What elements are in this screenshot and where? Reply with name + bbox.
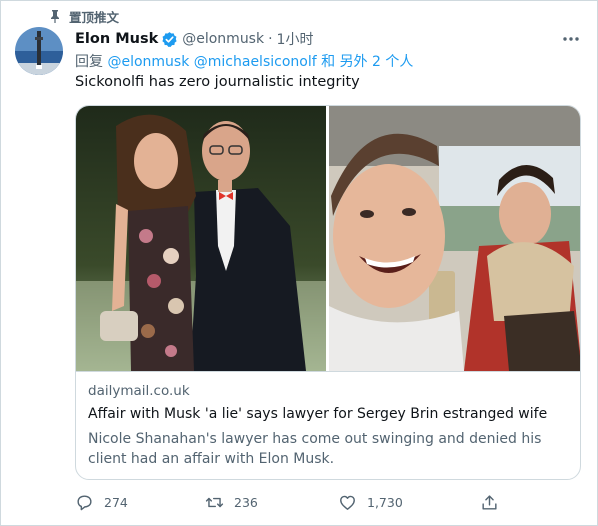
reply-prefix: 回复	[75, 54, 103, 70]
tweet-actions: 274 236 1,730	[75, 491, 505, 513]
reply-handle-elonmusk[interactable]: @elonmusk	[107, 54, 189, 70]
reply-button[interactable]: 274	[75, 491, 128, 513]
author-handle[interactable]: @elonmusk	[182, 31, 264, 47]
pinned-label: 置顶推文	[69, 9, 120, 25]
like-button[interactable]: 1,730	[338, 491, 403, 513]
tweet-timestamp[interactable]: 1小时	[277, 29, 314, 49]
reply-conjunction: 和	[321, 54, 336, 70]
header-separator: ·	[268, 31, 273, 47]
card-image-couple	[76, 106, 326, 371]
replying-to: 回复 @elonmusk @michaelsiconolf 和 另外 2 个人	[75, 51, 413, 71]
card-domain: dailymail.co.uk	[88, 383, 190, 399]
link-card[interactable]: dailymail.co.uk Affair with Musk 'a lie'…	[75, 105, 581, 480]
avatar-image	[15, 27, 63, 75]
verified-badge-icon	[162, 31, 177, 47]
reply-others-link[interactable]: 另外 2 个人	[340, 54, 414, 70]
retweet-icon	[205, 497, 224, 507]
retweet-button[interactable]: 236	[205, 491, 258, 513]
reply-count: 274	[104, 494, 128, 510]
tweet-container[interactable]: 置顶推文 Elon Musk @elonmusk · 1小时 回复 @elonm…	[0, 0, 598, 526]
tweet-text: Sickonolfi has zero journalistic integri…	[75, 74, 360, 90]
card-image-selfie	[329, 106, 580, 371]
avatar[interactable]	[15, 27, 63, 75]
retweet-count: 236	[234, 494, 258, 510]
pinned-indicator: 置顶推文	[49, 8, 120, 25]
more-options-icon	[563, 37, 579, 41]
share-icon	[482, 494, 497, 510]
reply-icon	[77, 494, 92, 510]
card-description: Nicole Shanahan's lawyer has come out sw…	[88, 431, 542, 467]
card-images	[76, 106, 580, 371]
like-icon	[340, 495, 355, 510]
reply-handle-michaelsiconolf[interactable]: @michaelsiconolf	[194, 54, 317, 70]
pin-icon	[51, 10, 59, 23]
tweet-header: Elon Musk @elonmusk · 1小时	[75, 29, 581, 49]
like-count: 1,730	[367, 494, 403, 510]
card-title: Affair with Musk 'a lie' says lawyer for…	[88, 406, 548, 422]
card-divider	[76, 371, 580, 372]
author-name[interactable]: Elon Musk	[75, 31, 158, 47]
more-options-button[interactable]	[561, 29, 581, 49]
share-button[interactable]	[480, 491, 499, 513]
